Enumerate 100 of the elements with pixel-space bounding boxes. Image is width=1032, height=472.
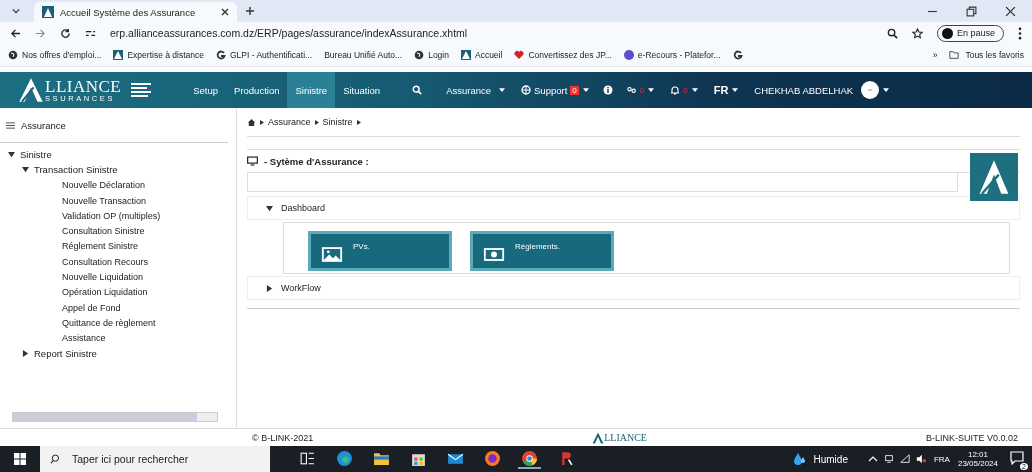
- globe-icon: [521, 85, 532, 95]
- heart-icon: [514, 50, 525, 60]
- horizontal-scrollbar[interactable]: [12, 412, 218, 422]
- caret-right-icon[interactable]: [22, 350, 29, 357]
- breadcrumb-link[interactable]: Sinistre: [322, 117, 353, 127]
- close-icon[interactable]: [1005, 5, 1016, 17]
- section-header[interactable]: WorkFlow: [247, 276, 1020, 300]
- new-tab-icon[interactable]: [245, 6, 256, 16]
- tree-item[interactable]: Nouvelle Transaction: [62, 195, 147, 206]
- tree-item[interactable]: Opération Liquidation: [62, 287, 148, 298]
- wifi-icon[interactable]: [899, 454, 910, 464]
- weather-widget[interactable]: Humide: [793, 452, 848, 466]
- raindrop-icon: [793, 452, 808, 466]
- site-icon: [113, 50, 124, 60]
- reload-icon[interactable]: [60, 27, 71, 39]
- copyright-text: © B-LINK-2021: [252, 432, 314, 443]
- tree-item[interactable]: Transaction Sinistre: [34, 164, 118, 176]
- bookmark[interactable]: Accueil: [460, 50, 503, 60]
- chevron-right-icon: [314, 119, 319, 125]
- caret-down-icon[interactable]: [499, 88, 506, 92]
- tree-item[interactable]: Consultation Recours: [62, 256, 149, 267]
- network-icon[interactable]: [883, 454, 894, 464]
- menu-item[interactable]: Situation: [335, 72, 389, 108]
- tree-item[interactable]: Sinistre: [20, 149, 52, 161]
- user-name[interactable]: CHEKHAB ABDELHAK: [746, 72, 862, 108]
- version-text: B-LINK-SUITE V0.0.02: [925, 432, 1018, 443]
- all-bookmarks-button[interactable]: Tous les favoris: [949, 50, 1024, 60]
- bell-icon: [670, 85, 681, 95]
- caret-down-icon[interactable]: [732, 88, 739, 92]
- bookmark[interactable]: Convertissez des JP...: [514, 50, 612, 60]
- list-icon: [6, 121, 15, 129]
- browser-tab[interactable]: Accueil Système des Assurance: [34, 2, 238, 22]
- star-icon[interactable]: [911, 27, 923, 39]
- monitor-icon: [247, 156, 258, 166]
- support-dropdown[interactable]: Support 0: [513, 72, 583, 108]
- tree-item[interactable]: Nouvelle Liquidation: [62, 272, 144, 282]
- chevron-down-icon[interactable]: [12, 8, 20, 14]
- menu-item[interactable]: Setup: [185, 72, 227, 108]
- bookmark[interactable]: e-Recours - Platefor...: [623, 50, 721, 60]
- restore-icon[interactable]: [966, 5, 977, 17]
- search-icon[interactable]: [412, 85, 423, 95]
- count-text: 0: [639, 85, 645, 95]
- menu-item[interactable]: Production: [226, 72, 288, 108]
- clock[interactable]: 12:01 23/05/2024: [957, 449, 998, 469]
- letter-g-icon[interactable]: [732, 50, 743, 60]
- bookmark[interactable]: GLPI - Authentificati...: [215, 50, 313, 60]
- avatar-icon[interactable]: [861, 81, 880, 99]
- caret-down-icon[interactable]: [648, 88, 655, 92]
- bookmark[interactable]: Login: [414, 50, 449, 60]
- info-icon[interactable]: [602, 85, 613, 95]
- site-icon: [42, 6, 54, 18]
- chevron-right-icon: [260, 119, 264, 125]
- caret-down-icon[interactable]: [22, 166, 29, 174]
- menu-icon[interactable]: [131, 83, 152, 97]
- home-icon[interactable]: [247, 117, 256, 127]
- count-badge: 0: [570, 85, 579, 95]
- tree-item[interactable]: Report Sinistre: [34, 348, 97, 359]
- footer-logo: LLIANCE: [592, 431, 647, 444]
- bookmark[interactable]: Expertise à distance: [113, 50, 204, 60]
- caret-down-icon[interactable]: [266, 204, 273, 212]
- chrome-icon[interactable]: [518, 449, 541, 469]
- menu-item[interactable]: Sinistre: [287, 72, 336, 108]
- caret-down-icon[interactable]: [8, 151, 15, 159]
- more-bookmarks-button[interactable]: »: [932, 50, 938, 60]
- back-icon[interactable]: [10, 27, 21, 39]
- bookmark[interactable]: Nos offres d'emploi...: [8, 50, 102, 60]
- section-header[interactable]: Dashboard: [247, 196, 1020, 220]
- tree-item[interactable]: Assistance: [62, 333, 106, 344]
- folder-icon: [949, 50, 960, 60]
- language-dropdown[interactable]: FR: [705, 72, 733, 108]
- input-language[interactable]: FRA: [933, 454, 950, 464]
- breadcrumb-link[interactable]: Assurance: [268, 117, 311, 127]
- chevron-up-icon[interactable]: [867, 454, 878, 464]
- forward-icon[interactable]: [35, 27, 46, 39]
- module-dropdown[interactable]: Assurance: [438, 72, 500, 108]
- bookmark[interactable]: Bureau Unifié Auto...: [324, 50, 403, 60]
- windows-start-icon[interactable]: [14, 453, 26, 465]
- tree-item[interactable]: Appel de Fond: [62, 302, 121, 313]
- menu-icon[interactable]: [1018, 26, 1022, 40]
- url-field[interactable]: erp.allianceassurances.com.dz/ERP/pages/assurance/indexAssurance.xhtml: [110, 27, 468, 39]
- zoom-icon[interactable]: [886, 27, 898, 39]
- caret-down-icon[interactable]: [883, 88, 890, 92]
- tree-item[interactable]: Nouvelle Déclaration: [62, 180, 146, 191]
- dashboard-tile[interactable]: Réglements.: [470, 231, 614, 271]
- globe-icon: [414, 50, 425, 60]
- dashboard-tile[interactable]: PVs.: [308, 231, 452, 271]
- tree-item[interactable]: Validation OP (multiples): [62, 210, 161, 221]
- chat-icon: [1010, 451, 1024, 465]
- logo-icon: [968, 153, 1020, 201]
- caret-right-icon[interactable]: [266, 284, 273, 292]
- close-icon[interactable]: [221, 8, 230, 16]
- tree-item[interactable]: Quittance de règlement: [62, 317, 156, 328]
- search-icon: [50, 454, 60, 464]
- caret-down-icon[interactable]: [691, 88, 698, 92]
- speaker-icon[interactable]: [915, 454, 926, 464]
- taskbar-search-field[interactable]: Taper ici pour rechercher: [40, 446, 270, 472]
- tree-item[interactable]: Consultation Sinistre: [62, 226, 145, 237]
- tree-item[interactable]: Réglement Sinistre: [62, 241, 139, 252]
- avatar-icon: [941, 27, 953, 39]
- caret-down-icon[interactable]: [582, 88, 589, 92]
